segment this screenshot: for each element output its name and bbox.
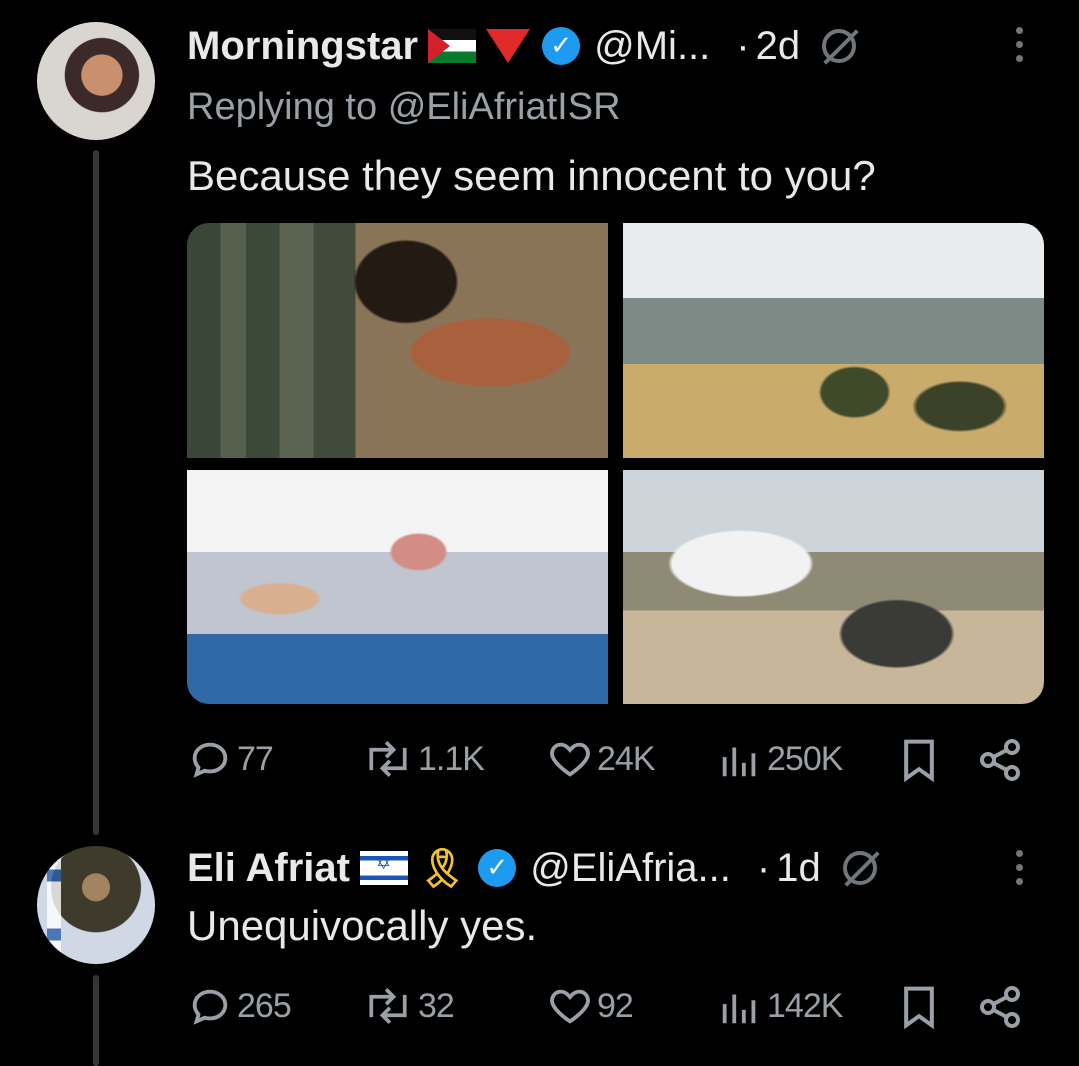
like-count: 24K	[597, 739, 655, 778]
repost-icon	[369, 987, 407, 1025]
display-name[interactable]: Morningstar	[187, 24, 418, 69]
replying-to-handle[interactable]: @EliAfriatISR	[388, 86, 621, 128]
reply-icon	[192, 989, 228, 1025]
bookmark-button[interactable]	[897, 983, 945, 1031]
media-grid[interactable]	[187, 223, 1044, 704]
repost-icon	[369, 740, 407, 778]
views-button[interactable]: 250K	[717, 736, 843, 782]
like-icon	[550, 742, 590, 777]
israel-flag-icon	[360, 851, 408, 885]
like-button[interactable]: 92	[547, 983, 634, 1029]
avatar[interactable]	[37, 846, 155, 964]
grok-icon[interactable]	[822, 29, 857, 63]
replying-to: Replying to @EliAfriatISR	[187, 86, 621, 129]
like-count: 92	[597, 986, 634, 1025]
share-button[interactable]	[976, 736, 1028, 784]
avatar[interactable]	[37, 22, 155, 140]
timeline: Morningstar ✓ @Mi... · 2d Replying to @E…	[0, 0, 1079, 1066]
yellow-ribbon-icon: 🎗	[418, 846, 467, 890]
tweet-text: Because they seem innocent to you?	[187, 152, 876, 199]
separator-dot: ·	[736, 23, 750, 68]
repost-count: 1.1K	[418, 739, 485, 778]
replying-prefix: Replying to	[187, 86, 378, 128]
user-handle[interactable]: @EliAfria...	[530, 846, 731, 891]
reply-button[interactable]: 265	[187, 983, 292, 1029]
more-icon[interactable]	[1016, 850, 1023, 885]
views-button[interactable]: 142K	[717, 983, 843, 1029]
grok-icon[interactable]	[842, 851, 877, 885]
media-image-1[interactable]	[187, 223, 608, 458]
media-image-4[interactable]	[623, 470, 1044, 704]
separator-dot: ·	[756, 845, 771, 890]
views-count: 250K	[767, 739, 843, 778]
media-image-2[interactable]	[623, 223, 1044, 458]
tweet-text: Unequivocally yes.	[187, 902, 538, 949]
user-handle[interactable]: @Mi...	[594, 24, 710, 69]
timestamp[interactable]: 1d	[776, 846, 821, 891]
bookmark-icon	[904, 739, 934, 783]
reply-count: 265	[237, 986, 292, 1025]
display-name[interactable]: Eli Afriat	[187, 846, 350, 891]
reply-button[interactable]: 77	[187, 736, 274, 782]
repost-button[interactable]: 1.1K	[362, 736, 485, 782]
repost-button[interactable]: 32	[362, 983, 455, 1029]
thread-line-2	[93, 975, 99, 1066]
bookmark-button[interactable]	[897, 736, 945, 784]
israel-flag-backdrop	[47, 846, 61, 964]
views-icon	[722, 994, 756, 1024]
views-count: 142K	[767, 986, 843, 1025]
timestamp[interactable]: 2d	[756, 24, 801, 69]
more-icon[interactable]	[1016, 27, 1023, 62]
views-icon	[722, 747, 756, 777]
tweet-header: Eli Afriat 🎗 ✓ @EliAfria... · 1d	[187, 842, 877, 894]
tweet-header: Morningstar ✓ @Mi... · 2d	[187, 20, 857, 72]
thread-line	[93, 150, 99, 835]
palestine-flag-icon	[428, 29, 477, 63]
like-icon	[550, 989, 590, 1024]
repost-count: 32	[418, 986, 455, 1025]
media-image-3[interactable]	[187, 470, 608, 704]
share-icon	[980, 986, 1020, 1028]
reply-icon	[192, 742, 228, 778]
bookmark-icon	[904, 986, 934, 1030]
verified-badge-icon[interactable]: ✓	[542, 27, 581, 65]
share-button[interactable]	[976, 983, 1028, 1031]
verified-badge-icon[interactable]: ✓	[478, 849, 517, 887]
reply-count: 77	[237, 739, 274, 778]
red-triangle-icon	[486, 29, 531, 63]
like-button[interactable]: 24K	[547, 736, 655, 782]
share-icon	[980, 739, 1020, 781]
